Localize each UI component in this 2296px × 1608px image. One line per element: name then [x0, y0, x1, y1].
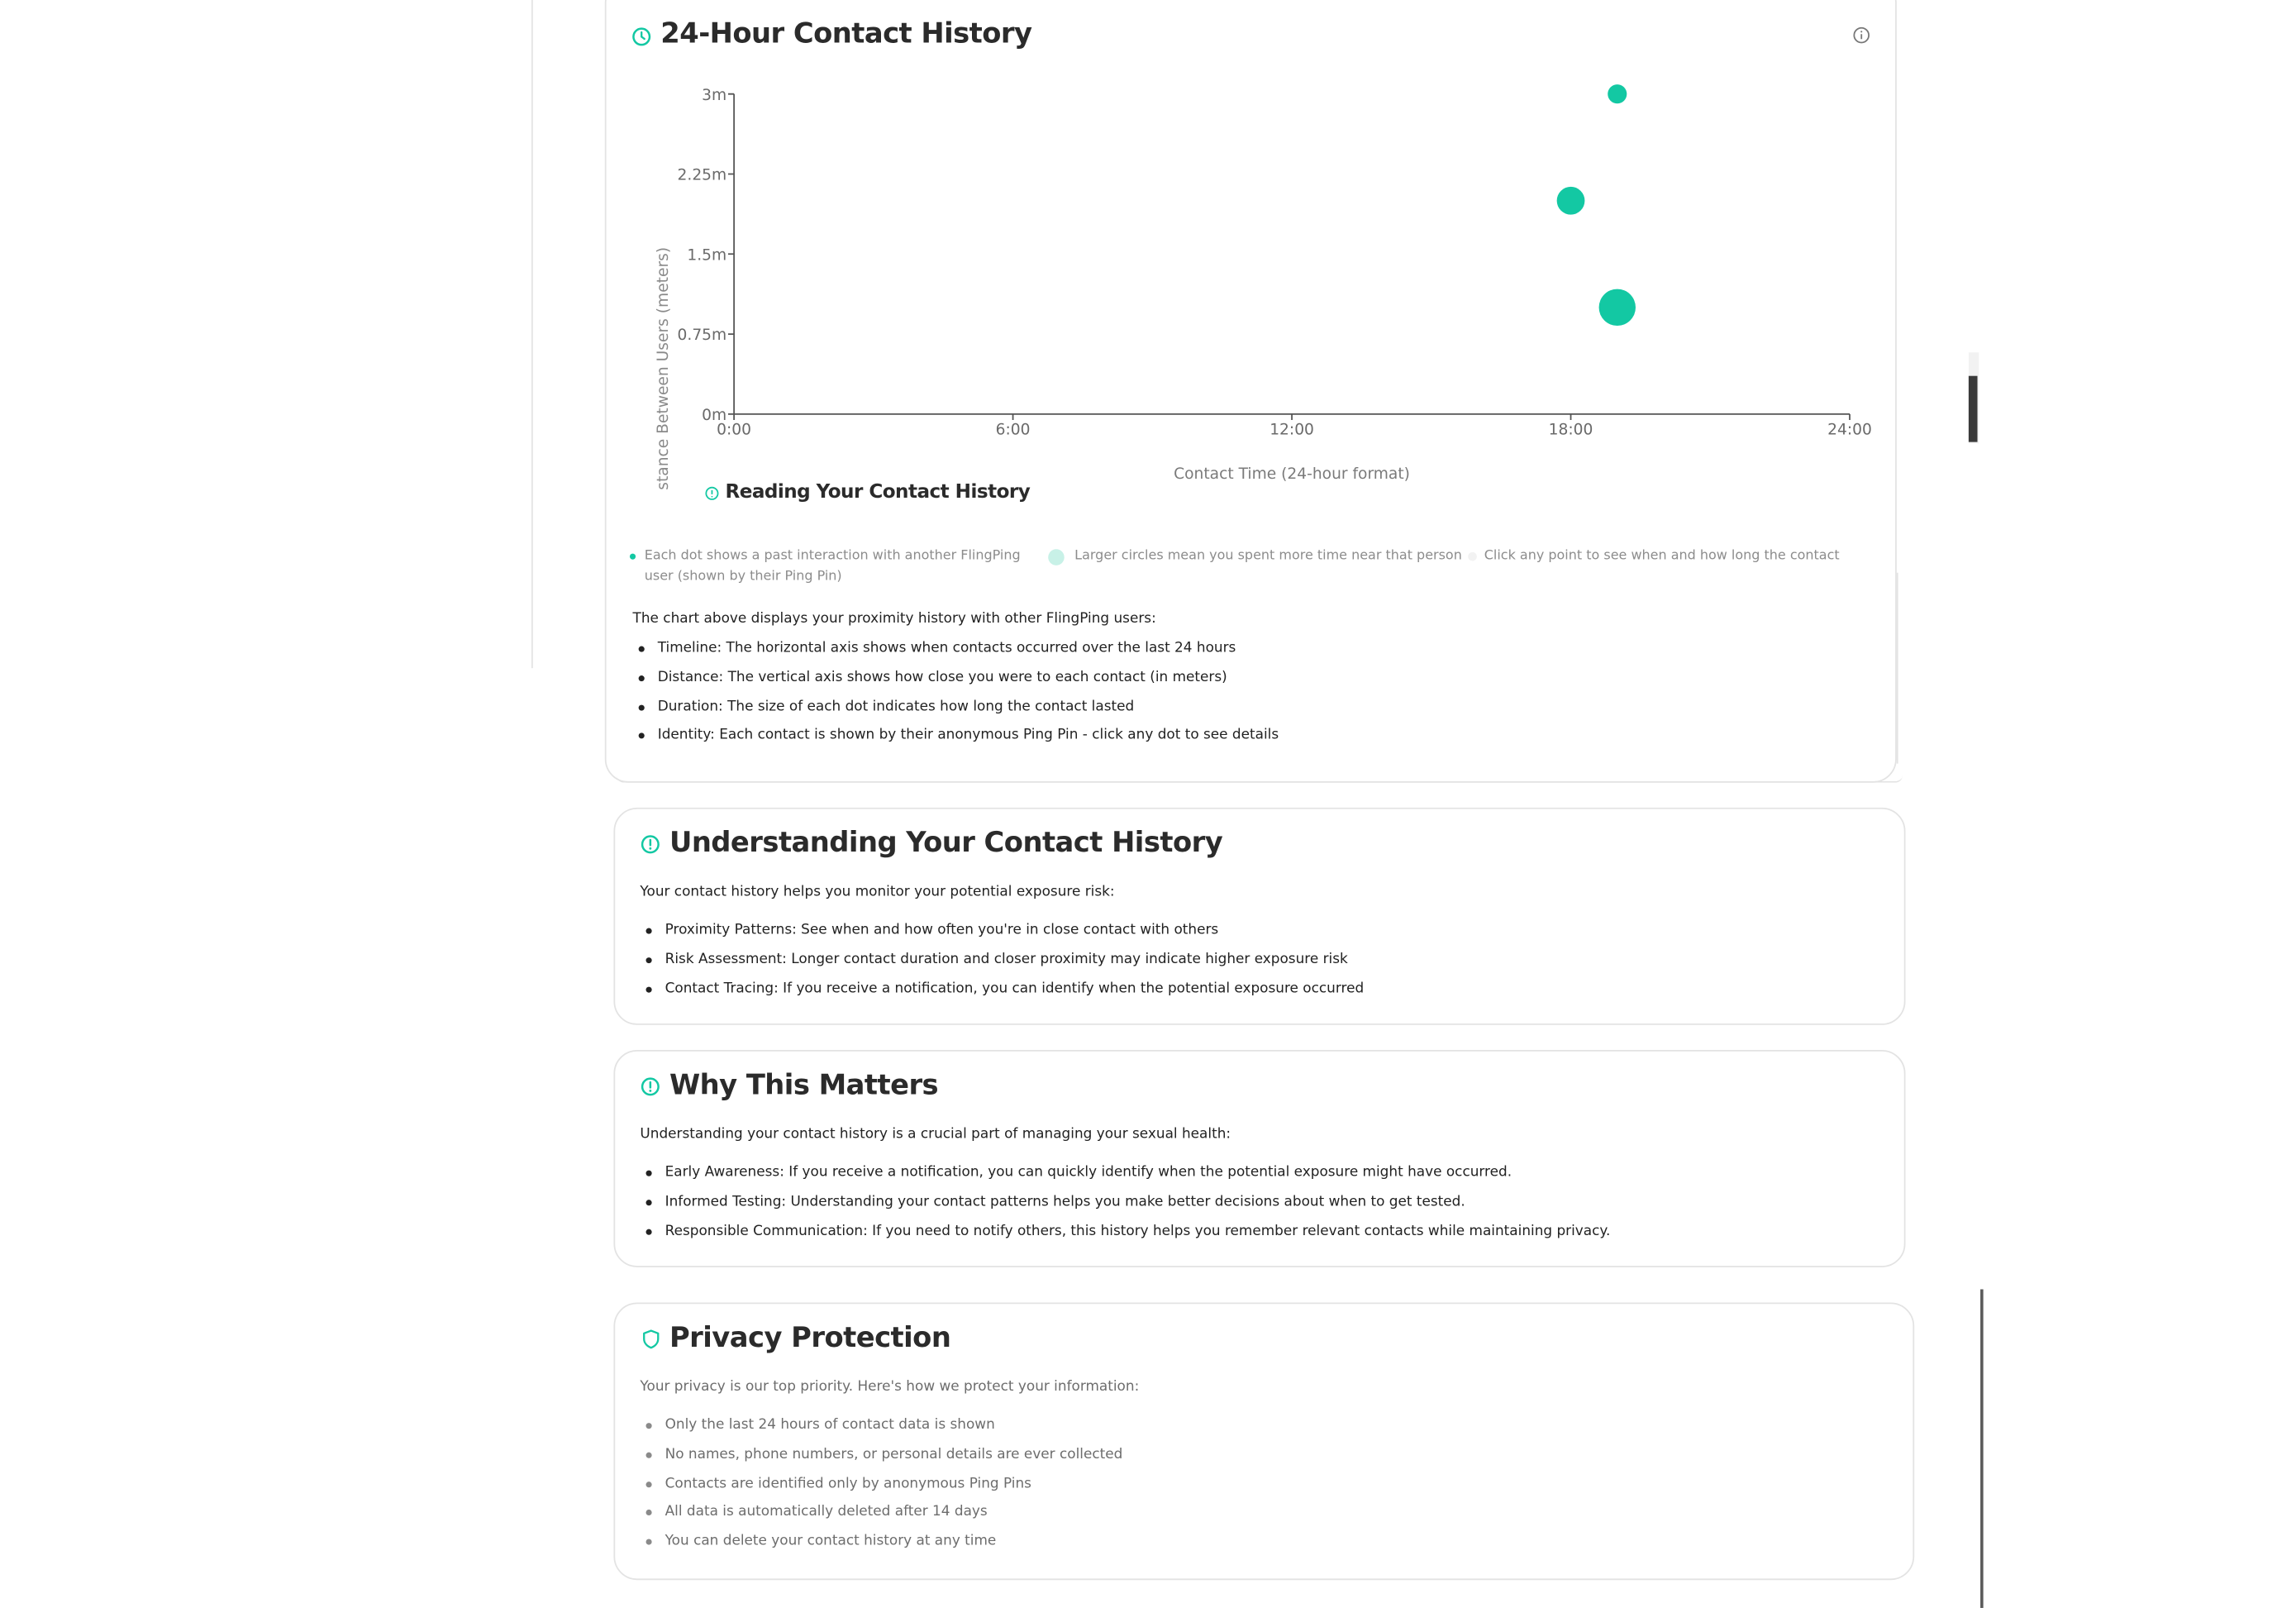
list-item: All data is automatically deleted after … [641, 1505, 1122, 1534]
contact-point[interactable] [1598, 289, 1636, 327]
matters-title: Why This Matters [669, 1069, 939, 1102]
legend-small-dot [629, 553, 636, 560]
y-tick-label: 2.25m [678, 167, 727, 184]
list-item: Early Awareness: If you receive a notifi… [641, 1165, 1610, 1194]
info-icon[interactable] [1853, 26, 1870, 44]
list-item: No names, phone numbers, or personal det… [641, 1446, 1122, 1475]
y-axis-label: stance Between Users (meters) [655, 247, 672, 490]
legend-click-dot [1468, 551, 1477, 561]
x-tick-label: 18:00 [1549, 422, 1593, 439]
list-item: Distance: The vertical axis shows how cl… [634, 670, 1279, 699]
chart-axes: 0m0.75m1.5m2.25m3m0:00 6:00 12:00 18:00 24:0… [655, 87, 1872, 490]
privacy-title: Privacy Protection [669, 1321, 951, 1354]
alert-circle-icon [641, 1077, 660, 1096]
legend-panel-edge [1896, 572, 1898, 764]
list-item: Informed Testing: Understanding your con… [641, 1194, 1610, 1223]
alert-circle-icon [641, 835, 660, 854]
list-item: You can delete your contact history at a… [641, 1534, 1122, 1563]
y-tick-label: 0.75m [678, 327, 727, 344]
matters-bullet-list: Early Awareness: If you receive a notifi… [641, 1165, 1610, 1252]
x-tick-label: 6:00 [996, 422, 1031, 439]
clock-icon [632, 27, 651, 46]
x-tick-label: 0:00 [717, 422, 751, 439]
sidebar-divider [531, 0, 533, 669]
list-item: Risk Assessment: Longer contact duration… [641, 952, 1364, 981]
page-root: 24-Hour Contact History 0m 0.75m 1.5m 2.25m… [0, 0, 2296, 1608]
scrollbar-line [1980, 1289, 1984, 1608]
list-item: Responsible Communication: If you need t… [641, 1223, 1610, 1252]
list-item: Duration: The size of each dot indicates… [634, 699, 1279, 728]
matters-intro: Understanding your contact history is a … [640, 1126, 1231, 1143]
list-item: Proximity Patterns: See when and how oft… [641, 922, 1364, 951]
privacy-intro: Your privacy is our top priority. Here's… [640, 1378, 1140, 1396]
understanding-title: Understanding Your Contact History [669, 827, 1223, 860]
legend-item-click: Click any point to see when and how long… [1484, 549, 1840, 563]
reading-info-icon [705, 486, 719, 500]
history-intro: The chart above displays your proximity … [632, 610, 1156, 627]
x-axis-label: Contact Time (24-hour format) [1174, 465, 1410, 483]
contact-history-title: 24-Hour Contact History [660, 17, 1032, 50]
y-tick-label: 3m [702, 87, 726, 104]
list-item: Timeline: The horizontal axis shows when… [634, 640, 1279, 669]
contact-scatter-chart[interactable]: 0m0.75m1.5m2.25m3m0:00 6:00 12:00 18:00 24:0… [631, 70, 1894, 496]
understanding-bullet-list: Proximity Patterns: See when and how oft… [641, 922, 1364, 1009]
list-item: Contacts are identified only by anonymou… [641, 1475, 1122, 1504]
history-bullet-list: Timeline: The horizontal axis shows when… [634, 640, 1279, 756]
x-tick-label: 12:00 [1269, 422, 1314, 439]
understanding-intro: Your contact history helps you monitor y… [640, 884, 1115, 900]
legend-large-dot [1048, 549, 1065, 565]
list-item: Contact Tracing: If you receive a notifi… [641, 981, 1364, 1009]
scrollbar-thumb[interactable] [1968, 375, 1978, 442]
chart-points[interactable] [1556, 84, 1636, 327]
contact-history-card-bottom-edge [617, 775, 1903, 783]
y-tick-label: 1.5m [687, 246, 726, 264]
privacy-bullet-list: Only the last 24 hours of contact data i… [641, 1417, 1122, 1563]
contact-point[interactable] [1556, 186, 1585, 215]
shield-icon [643, 1329, 660, 1349]
legend-item-circles: Larger circles mean you spent more time … [1074, 549, 1462, 565]
legend-item-dots: Each dot shows a past interaction with a… [644, 549, 1021, 585]
x-tick-label: 24:00 [1827, 422, 1872, 439]
list-item: Identity: Each contact is shown by their… [634, 728, 1279, 756]
contact-point[interactable] [1608, 84, 1627, 104]
list-item: Only the last 24 hours of contact data i… [641, 1417, 1122, 1446]
reading-history-title: Reading Your Contact History [725, 481, 1031, 504]
